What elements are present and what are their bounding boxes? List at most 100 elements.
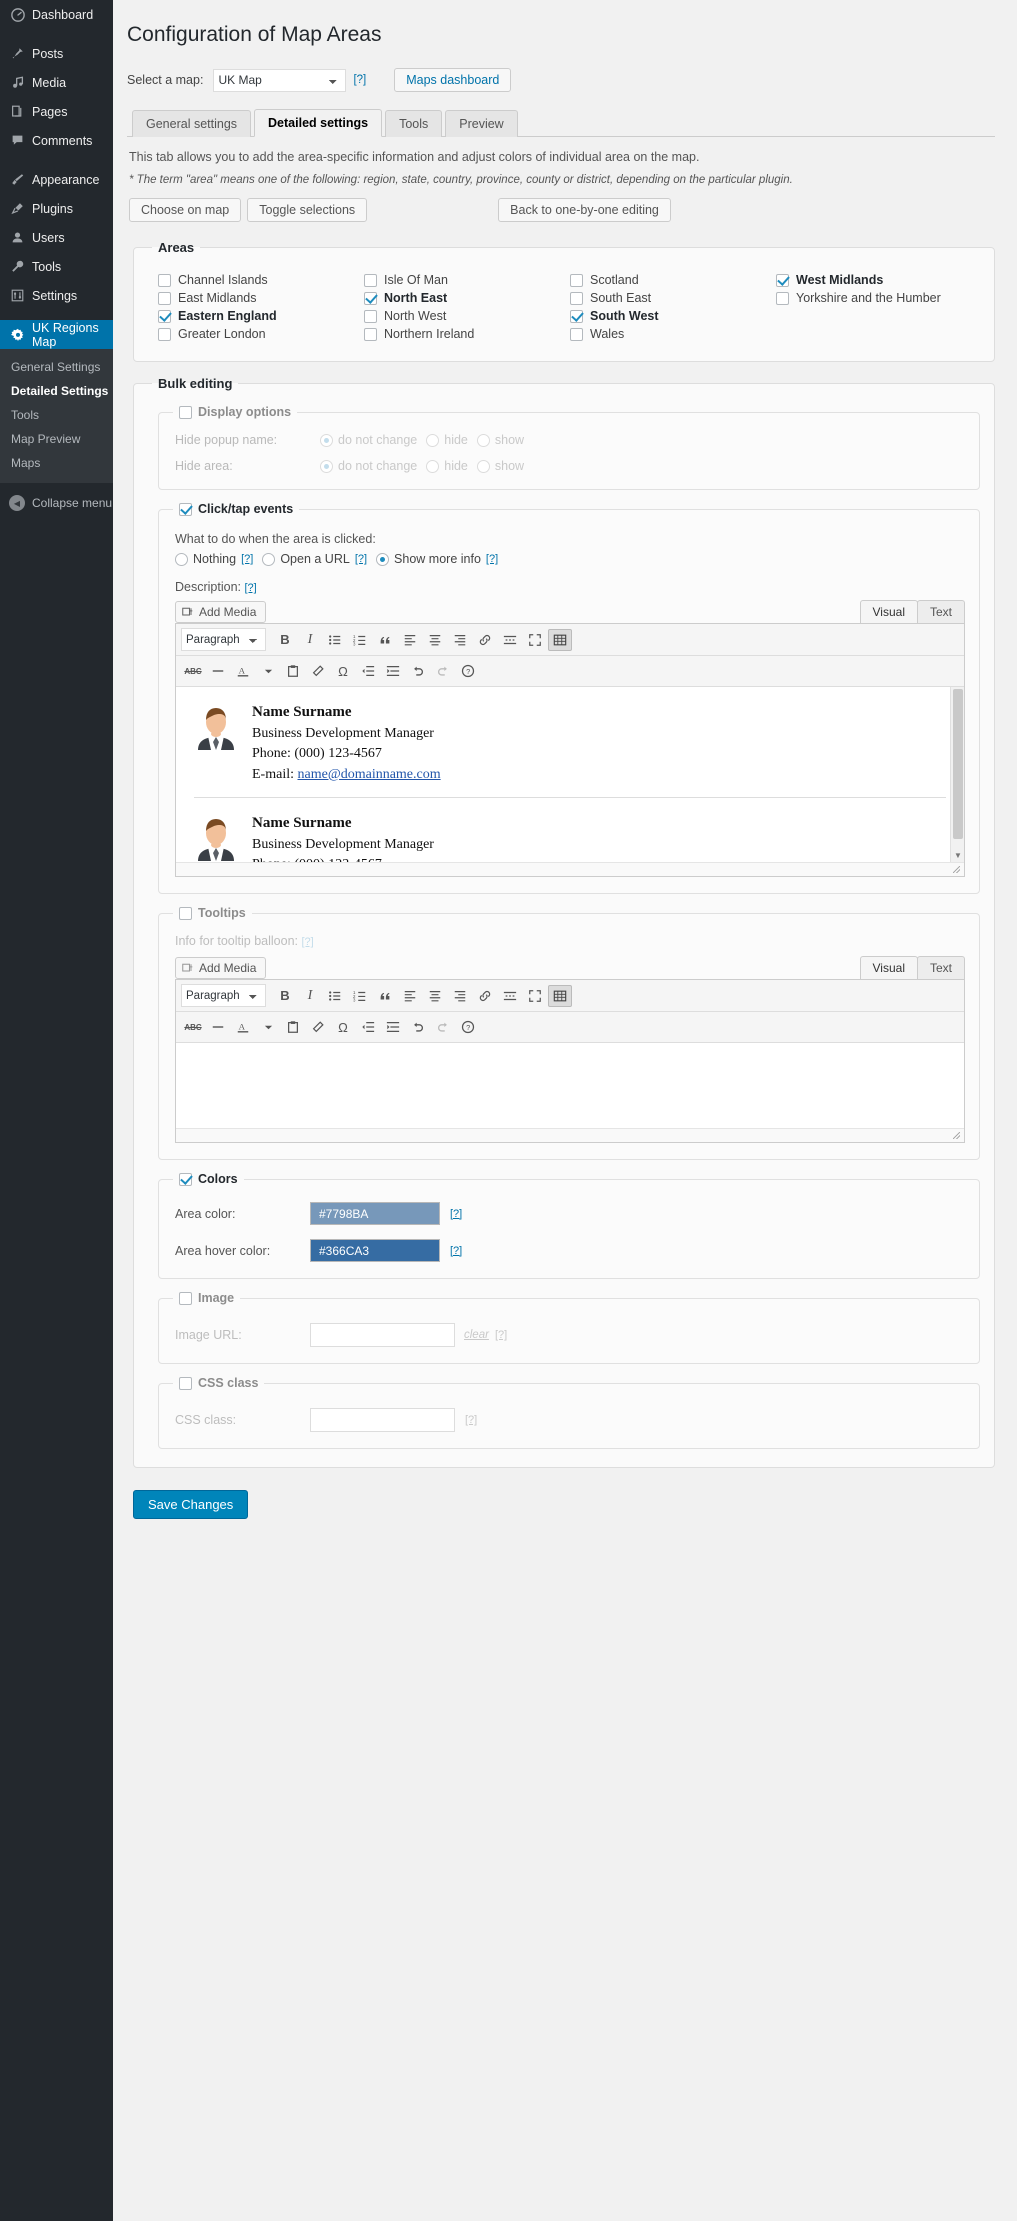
tooltip-content-area[interactable] xyxy=(176,1043,964,1129)
checkbox-icon[interactable] xyxy=(364,309,377,323)
fullscreen-icon[interactable] xyxy=(523,985,547,1007)
sidebar-item-tools[interactable]: Tools xyxy=(0,252,113,281)
blockquote-icon[interactable] xyxy=(373,985,397,1007)
blockquote-icon[interactable] xyxy=(373,629,397,651)
checkbox-icon[interactable] xyxy=(158,327,171,341)
image-clear-link[interactable]: clear xyxy=(464,1329,489,1341)
tab-preview[interactable]: Preview xyxy=(445,110,518,138)
bold-icon[interactable]: B xyxy=(273,985,297,1007)
css-class-checkbox[interactable] xyxy=(179,1376,192,1390)
sidebar-item-comments[interactable]: Comments xyxy=(0,126,113,155)
sidebar-item-appearance[interactable]: Appearance xyxy=(0,165,113,194)
tooltip-help-link[interactable]: [?] xyxy=(301,936,313,948)
align-center-icon[interactable] xyxy=(423,985,447,1007)
sidebar-item-plugins[interactable]: Plugins xyxy=(0,194,113,223)
add-media-button[interactable]: Add Media xyxy=(175,600,267,623)
bullet-list-icon[interactable] xyxy=(323,985,347,1007)
area-checkbox-east-midlands[interactable]: East Midlands xyxy=(158,291,356,305)
checkbox-icon[interactable] xyxy=(364,327,377,341)
outdent-icon[interactable] xyxy=(356,660,380,682)
map-help-link[interactable]: [?] xyxy=(353,74,366,86)
sidebar-item-pages[interactable]: Pages xyxy=(0,97,113,126)
editor-content-area[interactable]: Name Surname Business Development Manage… xyxy=(176,687,964,863)
strikethrough-icon[interactable]: ABC xyxy=(181,1016,205,1038)
radio-icon[interactable] xyxy=(476,433,490,447)
area-color-help-link[interactable]: [?] xyxy=(450,1208,462,1220)
colors-checkbox[interactable] xyxy=(179,1172,192,1186)
radio-show[interactable]: show xyxy=(476,433,524,447)
redo-icon[interactable] xyxy=(431,1016,455,1038)
tooltip-resize-handle[interactable] xyxy=(176,1128,964,1143)
clear-formatting-icon[interactable] xyxy=(306,1016,330,1038)
clear-formatting-icon[interactable] xyxy=(306,660,330,682)
tooltip-text-tab[interactable]: Text xyxy=(916,956,965,980)
bullet-list-icon[interactable] xyxy=(323,629,347,651)
italic-icon[interactable]: I xyxy=(298,629,322,651)
submenu-item-general-settings[interactable]: General Settings xyxy=(0,355,113,379)
submenu-item-map-preview[interactable]: Map Preview xyxy=(0,427,113,451)
map-select[interactable]: UK Map xyxy=(213,68,347,92)
checkbox-icon[interactable] xyxy=(364,291,377,305)
area-color-input[interactable]: #7798BA xyxy=(310,1202,440,1226)
visual-tab[interactable]: Visual xyxy=(859,600,918,624)
editor-resize-handle[interactable] xyxy=(176,862,964,877)
paste-as-text-icon[interactable] xyxy=(281,660,305,682)
area-checkbox-greater-london[interactable]: Greater London xyxy=(158,327,356,341)
chevron-down-icon[interactable] xyxy=(256,1016,280,1038)
paste-as-text-icon[interactable] xyxy=(281,1016,305,1038)
align-right-icon[interactable] xyxy=(448,985,472,1007)
read-more-icon[interactable] xyxy=(498,629,522,651)
checkbox-icon[interactable] xyxy=(776,273,789,287)
kitchen-sink-icon[interactable] xyxy=(548,628,572,651)
read-more-icon[interactable] xyxy=(498,985,522,1007)
fullscreen-icon[interactable] xyxy=(523,629,547,651)
image-url-input[interactable] xyxy=(310,1323,455,1348)
area-checkbox-wales[interactable]: Wales xyxy=(570,327,768,341)
area-checkbox-west-midlands[interactable]: West Midlands xyxy=(776,273,974,287)
radio-show-more-info[interactable]: Show more info [?] xyxy=(376,552,498,566)
save-changes-button[interactable]: Save Changes xyxy=(133,1490,249,1520)
tab-detailed-settings[interactable]: Detailed settings xyxy=(254,109,383,138)
tooltip-visual-tab[interactable]: Visual xyxy=(859,956,918,980)
sidebar-item-media[interactable]: Media xyxy=(0,68,113,97)
area-checkbox-south-west[interactable]: South West xyxy=(570,309,768,323)
radio-icon[interactable] xyxy=(175,552,188,566)
area-checkbox-yorkshire-and-the-humber[interactable]: Yorkshire and the Humber xyxy=(776,291,974,305)
radio-icon[interactable] xyxy=(476,459,490,473)
radio-icon[interactable] xyxy=(426,433,440,447)
click-tap-events-checkbox[interactable] xyxy=(179,502,192,516)
horizontal-rule-icon[interactable] xyxy=(206,1016,230,1038)
maps-dashboard-button[interactable]: Maps dashboard xyxy=(394,68,512,93)
text-color-icon[interactable]: A xyxy=(231,1016,255,1038)
checkbox-icon[interactable] xyxy=(158,309,171,323)
indent-icon[interactable] xyxy=(381,660,405,682)
radio-nothing[interactable]: Nothing [?] xyxy=(175,552,253,566)
sidebar-item-settings[interactable]: Settings xyxy=(0,281,113,310)
kitchen-sink-icon[interactable] xyxy=(548,984,572,1007)
radio-icon[interactable] xyxy=(262,552,276,566)
open-url-help-link[interactable]: [?] xyxy=(355,553,367,565)
radio-do-not-change[interactable]: do not change xyxy=(320,433,417,447)
bold-icon[interactable]: B xyxy=(273,629,297,651)
submenu-item-tools[interactable]: Tools xyxy=(0,403,113,427)
checkbox-icon[interactable] xyxy=(570,309,583,323)
display-options-checkbox[interactable] xyxy=(179,405,192,419)
checkbox-icon[interactable] xyxy=(158,273,171,287)
paragraph-format-select[interactable]: Paragraph xyxy=(181,628,266,652)
area-checkbox-channel-islands[interactable]: Channel Islands xyxy=(158,273,356,287)
help-icon[interactable]: ? xyxy=(456,660,480,682)
checkbox-icon[interactable] xyxy=(570,327,583,341)
align-center-icon[interactable] xyxy=(423,629,447,651)
area-checkbox-isle-of-man[interactable]: Isle Of Man xyxy=(364,273,562,287)
chevron-down-icon[interactable] xyxy=(256,660,280,682)
scrollbar-thumb[interactable] xyxy=(953,689,963,840)
radio-icon[interactable] xyxy=(320,433,333,447)
description-help-link[interactable]: [?] xyxy=(244,582,256,594)
area-checkbox-north-west[interactable]: North West xyxy=(364,309,562,323)
back-to-one-by-one-button[interactable]: Back to one-by-one editing xyxy=(498,198,671,223)
sidebar-item-posts[interactable]: Posts xyxy=(0,39,113,68)
checkbox-icon[interactable] xyxy=(158,291,171,305)
contact-email-link[interactable]: name@domainname.com xyxy=(298,767,441,782)
css-class-help-link[interactable]: [?] xyxy=(465,1414,477,1426)
link-icon[interactable] xyxy=(473,985,497,1007)
